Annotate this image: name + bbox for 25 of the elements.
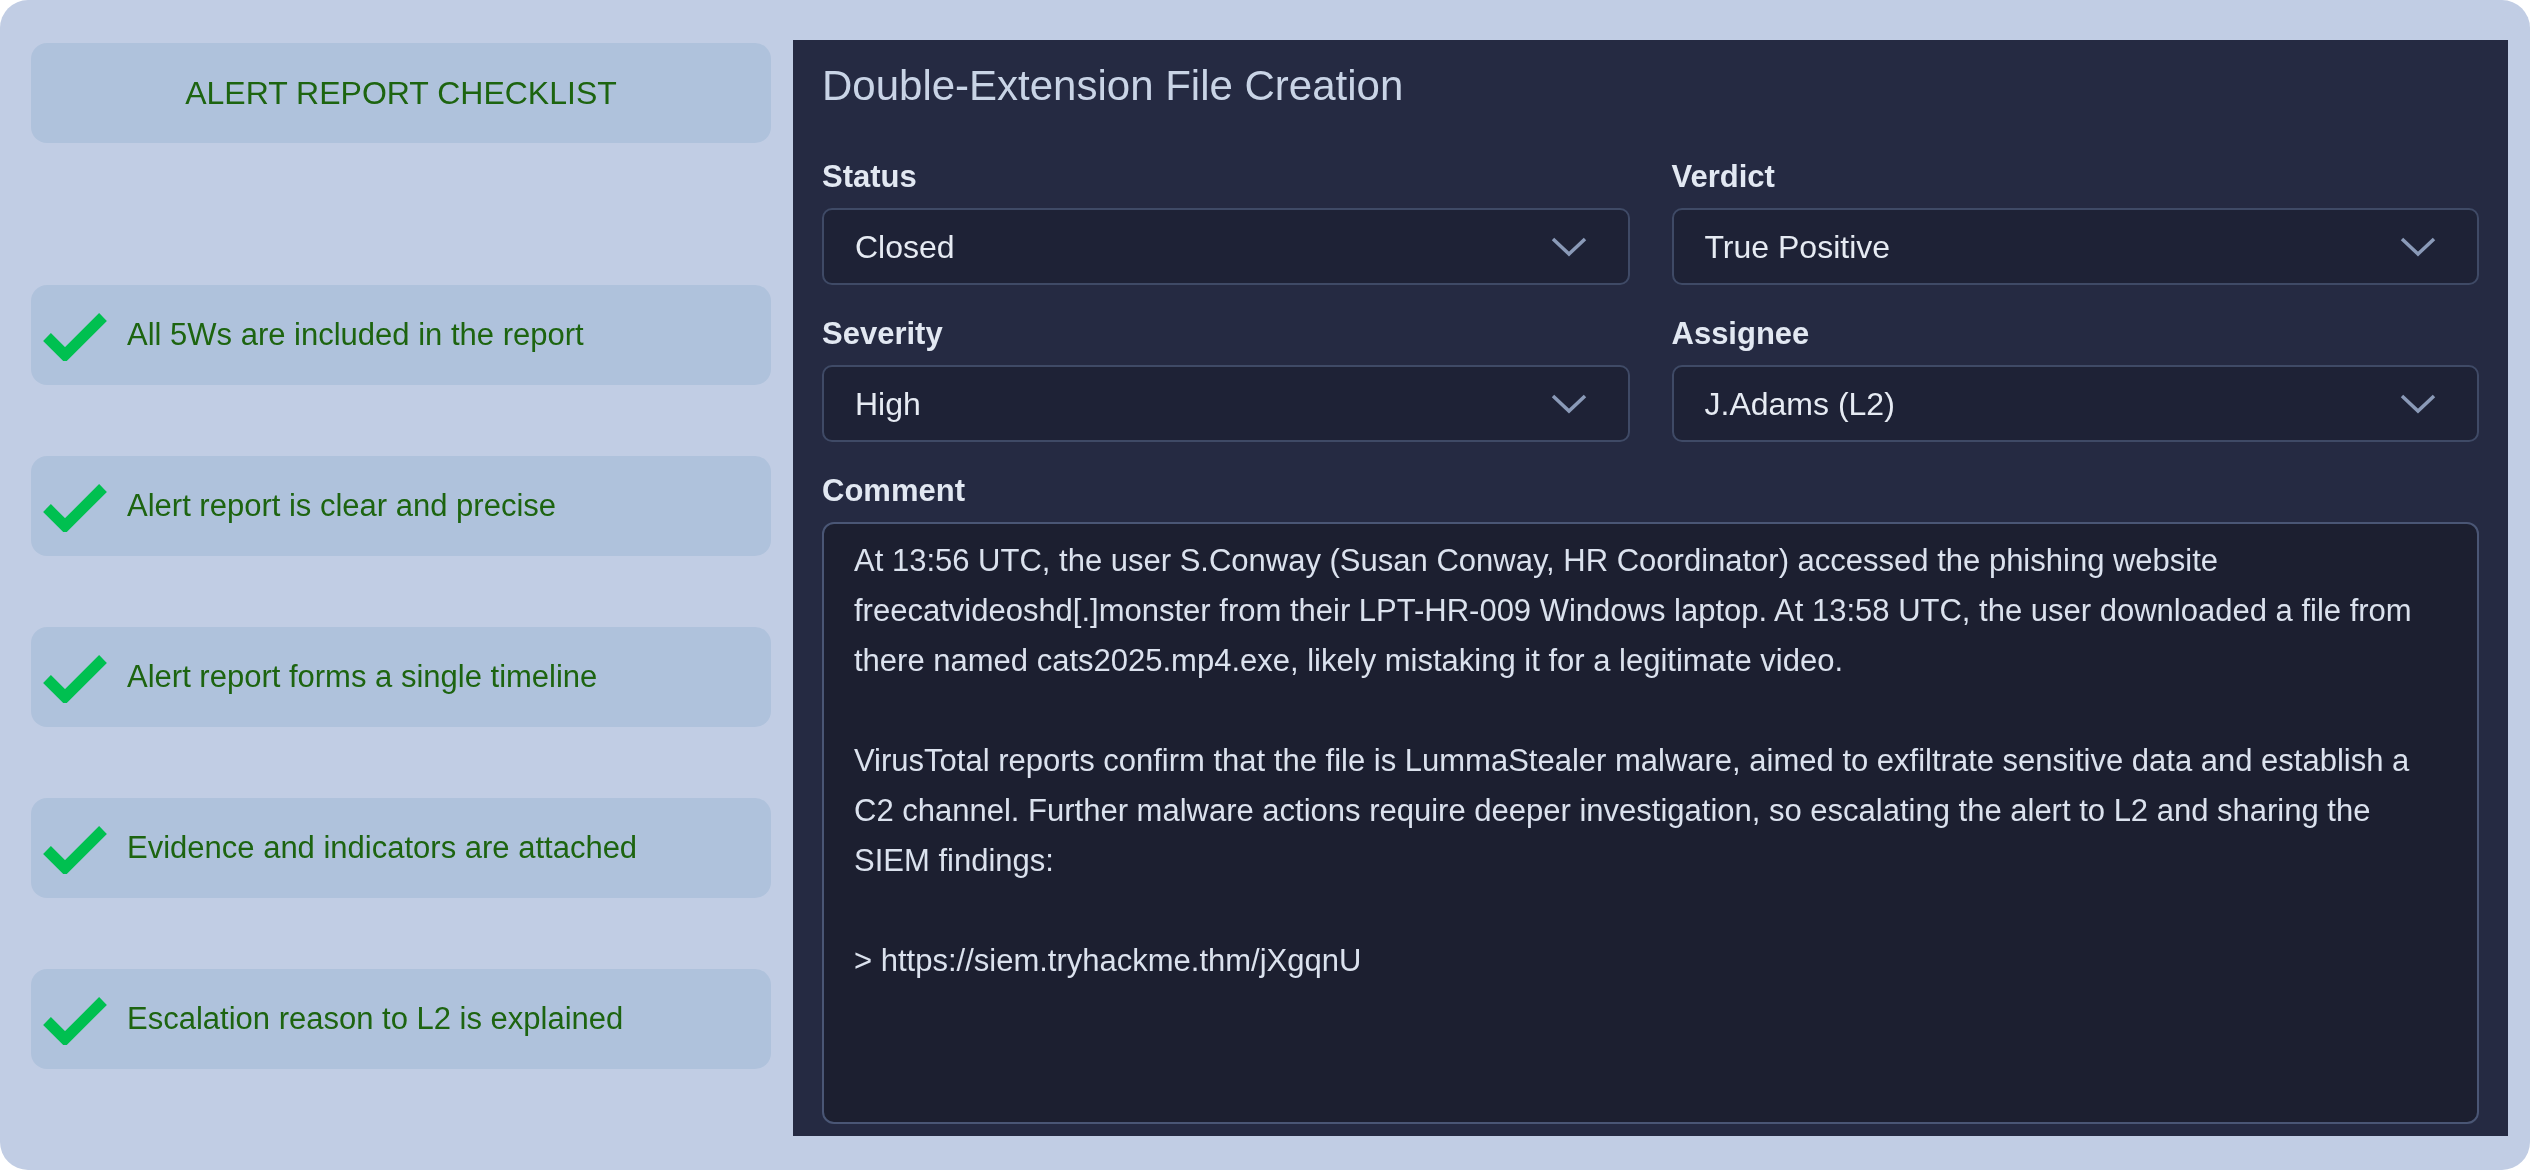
chevron-down-icon [1549, 235, 1588, 258]
dropdown-value: High [855, 384, 921, 424]
dropdown-field[interactable]: High [822, 365, 1630, 442]
dropdown-field[interactable]: Closed [822, 208, 1630, 285]
checklist-item-label: All 5Ws are included in the report [127, 315, 584, 354]
checklist-item-label: Escalation reason to L2 is explained [127, 999, 624, 1038]
chevron-down-icon [2399, 235, 2437, 258]
checklist-item-label: Evidence and indicators are attached [127, 828, 638, 867]
dropdown-field[interactable]: J.Adams (L2) [1671, 365, 2479, 442]
comment-field[interactable]: At 13:56 UTC, the user S.Conway (Susan Conway, HR Coordinator) accessed the phishing website freecatvideoshd[.]monster from their LPT-HR-009 Windows laptop. At 13:58 UTC, the user downloaded a file from there named cats2025.mp4.exe, likely mistaking it for a legitimate video. VirusTotal reports confirm that the file is LummaStealer malware, aimed to exfiltrate sensitive data and establish a C2 channel. Further malware actions require deeper investigation, so escalating the alert to L2 and sharing the SIEM findings: > https://siem.tryhackme.thm/jXgqnU [822, 522, 2479, 1124]
field-label: Comment [822, 472, 966, 510]
chevron-down-icon [1549, 392, 1588, 415]
dropdown-field[interactable]: True Positive [1671, 208, 2479, 285]
field-label: Status [822, 158, 918, 196]
alert-title: Double-Extension File Creation [822, 61, 1405, 111]
dropdown-value: True Positive [1704, 227, 1891, 267]
checklist-item-label: Alert report forms a single timeline [127, 657, 598, 696]
chevron-down-icon [2399, 392, 2437, 415]
checklist-item-label: Alert report is clear and precise [127, 486, 557, 525]
field-label: Assignee [1671, 315, 1811, 353]
checklist-title: ALERT REPORT CHECKLIST [31, 43, 771, 143]
field-label: Severity [822, 315, 944, 353]
dropdown-value: Closed [855, 227, 955, 267]
dropdown-value: J.Adams (L2) [1704, 384, 1895, 424]
field-label: Verdict [1671, 158, 1776, 196]
